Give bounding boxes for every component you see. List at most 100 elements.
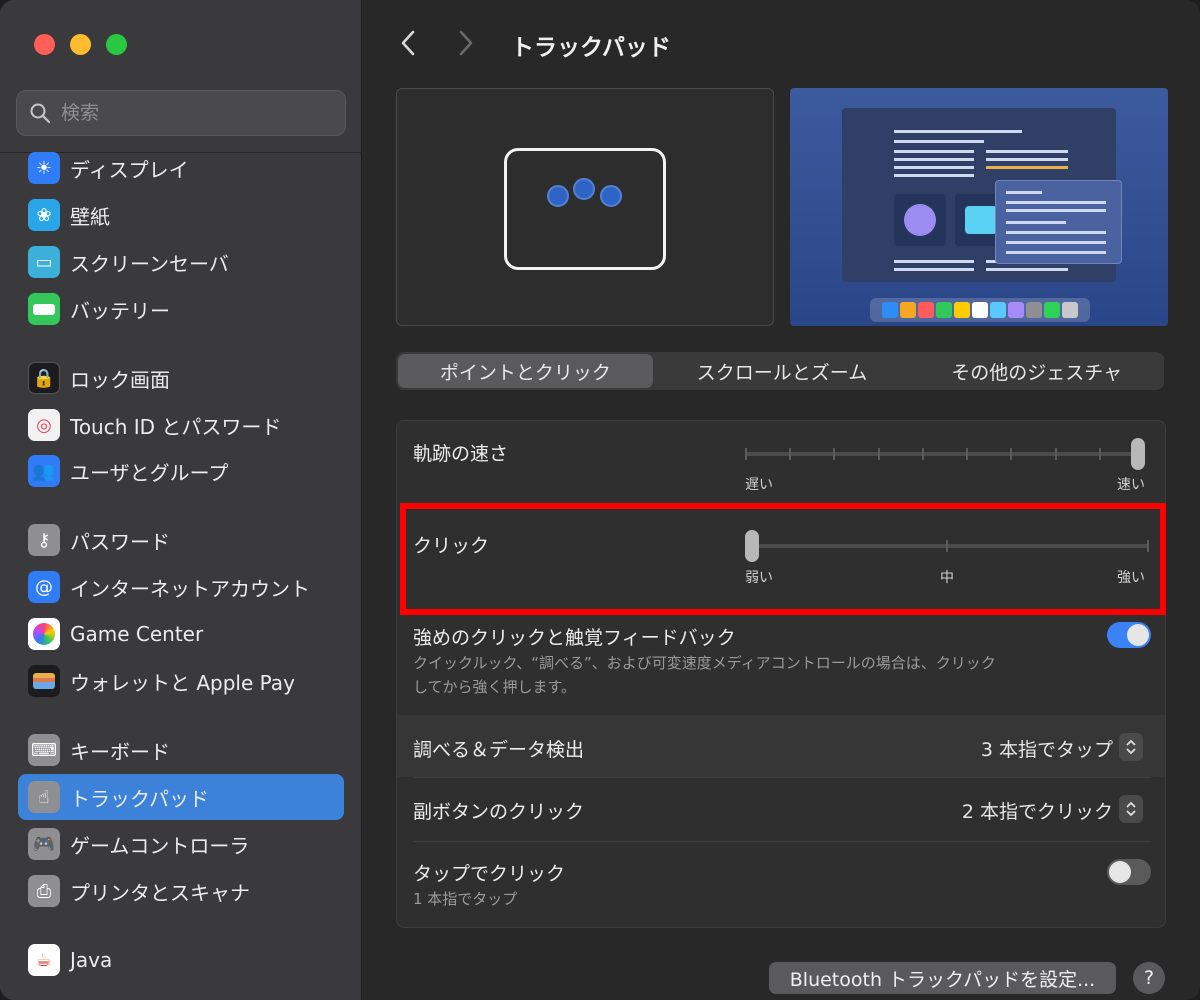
force-click-label: 強めのクリックと触覚フィードバック: [413, 627, 736, 649]
traffic-lights: [34, 34, 127, 55]
key-icon: ⚷: [28, 524, 60, 556]
force-click-toggle[interactable]: [1107, 622, 1151, 648]
bluetooth-setup-button[interactable]: Bluetooth トラックパッドを設定...: [769, 962, 1116, 994]
sidebar-item-game-center[interactable]: Game Center: [18, 611, 344, 657]
slider-tick: [1098, 448, 1101, 460]
sidebar-item-label: ロック画面: [70, 367, 170, 392]
slider-tick: [1054, 448, 1057, 460]
lookup-stepper[interactable]: [1119, 733, 1143, 761]
page-title: トラックパッド: [511, 35, 671, 61]
secondary-click-stepper[interactable]: [1119, 795, 1143, 823]
sidebar-item-label: バッテリー: [70, 298, 170, 323]
slider-tick: [745, 448, 747, 460]
tap-to-click-toggle[interactable]: [1107, 859, 1151, 885]
tab-point-and-click[interactable]: ポイントとクリック: [398, 354, 653, 388]
slider-tick: [833, 448, 836, 460]
tab-more-gestures[interactable]: その他のジェスチャ: [909, 352, 1164, 390]
main-pane: トラックパッド ポイントとクリック スクロールとズーム その他のジェスチャ 軌跡…: [363, 0, 1200, 1000]
lookup-popup[interactable]: 3 本指でタップ: [981, 735, 1113, 762]
gesture-preview: [396, 88, 774, 326]
wallet-icon: [28, 665, 60, 697]
dock-illustration: [870, 298, 1090, 322]
sidebar-item-wallet[interactable]: ウォレットと Apple Pay: [18, 658, 344, 704]
force-click-description-line: してから強く押します。: [413, 678, 577, 696]
lookup-popup-illustration: [995, 180, 1122, 264]
sidebar-item-label: ウォレットと Apple Pay: [70, 670, 295, 695]
sidebar-item-label: Touch ID とパスワード: [70, 414, 282, 439]
sidebar-item-game-controllers[interactable]: 🎮 ゲームコントローラ: [18, 821, 344, 867]
sidebar-item-label: パスワード: [70, 529, 170, 554]
at-icon: @: [28, 571, 60, 603]
lookup-label: 調べる＆データ検出: [413, 739, 585, 761]
sidebar-item-touch-id[interactable]: ◎ Touch ID とパスワード: [18, 402, 344, 448]
sidebar-item-screensaver[interactable]: ▭ スクリーンセーバ: [18, 239, 344, 285]
force-click-description-line: クイックルック、“調べる”、および可変速度メディアコントロールの場合は、クリック: [413, 654, 996, 672]
finger-dot-icon: [573, 178, 595, 200]
lock-icon: 🔒: [28, 362, 60, 394]
slider-tick: [789, 448, 792, 460]
search-input[interactable]: [61, 102, 321, 124]
slider-tick: [1010, 448, 1013, 460]
sidebar-item-label: 壁紙: [70, 204, 110, 229]
tracking-speed-label: 軌跡の速さ: [413, 443, 509, 465]
screensaver-icon: ▭: [28, 246, 60, 278]
tracking-speed-slider[interactable]: [745, 435, 1145, 475]
sidebar-item-internet-accounts[interactable]: @ インターネットアカウント: [18, 564, 344, 610]
sidebar-item-printers[interactable]: ⎙ プリンタとスキャナ: [18, 868, 344, 914]
sidebar-item-battery[interactable]: バッテリー: [18, 286, 344, 332]
tab-scroll-and-zoom[interactable]: スクロールとズーム: [655, 352, 910, 390]
search-field[interactable]: [16, 90, 346, 136]
sidebar-item-label: トラックパッド: [70, 786, 209, 811]
sidebar-item-keyboard[interactable]: ⌨ キーボード: [18, 727, 344, 773]
chevron-right-icon: [459, 30, 473, 56]
help-button[interactable]: ?: [1133, 962, 1165, 994]
sidebar-item-passwords[interactable]: ⚷ パスワード: [18, 517, 344, 563]
tracking-max-label: 速い: [1117, 477, 1145, 493]
secondary-click-label: 副ボタンのクリック: [413, 801, 585, 823]
tab-bar: ポイントとクリック スクロールとズーム その他のジェスチャ: [396, 352, 1164, 390]
sidebar-item-trackpad[interactable]: ☝ トラックパッド: [18, 774, 344, 820]
chevron-left-icon: [401, 30, 415, 56]
java-icon: ☕: [28, 944, 60, 976]
slider-tick: [921, 448, 924, 460]
finger-dot-icon: [600, 185, 622, 207]
forward-button[interactable]: [451, 26, 481, 60]
sidebar-item-lock-screen[interactable]: 🔒 ロック画面: [18, 355, 344, 401]
back-button[interactable]: [393, 26, 423, 60]
zoom-button[interactable]: [106, 34, 127, 55]
up-down-chevron-icon: [1126, 739, 1136, 755]
users-icon: 👥: [28, 455, 60, 487]
display-icon: ☀: [28, 152, 60, 184]
printer-icon: ⎙: [28, 875, 60, 907]
video-preview: [790, 88, 1168, 326]
battery-icon: [28, 293, 60, 325]
finger-dot-icon: [547, 185, 569, 207]
toolbar: トラックパッド: [363, 0, 1200, 88]
wallpaper-icon: ❀: [28, 199, 60, 231]
up-down-chevron-icon: [1126, 801, 1136, 817]
tap-to-click-sub: 1 本指でタップ: [413, 890, 518, 908]
force-click-description: クイックルック、“調べる”、および可変速度メディアコントロールの場合は、クリック…: [413, 651, 996, 699]
sidebar-item-label: Game Center: [70, 622, 204, 646]
keyboard-icon: ⌨: [28, 734, 60, 766]
secondary-click-popup[interactable]: 2 本指でクリック: [962, 797, 1113, 824]
settings-group: 軌跡の速さ 遅い 速い クリック 弱い 中 強い 強めのクリックと触覚フィードバ…: [396, 420, 1166, 928]
slider-thumb[interactable]: [1131, 438, 1145, 470]
sidebar-item-java[interactable]: ☕ Java: [18, 937, 344, 983]
sidebar-item-label: ゲームコントローラ: [70, 833, 250, 858]
slider-tick: [877, 448, 880, 460]
close-button[interactable]: [34, 34, 55, 55]
trackpad-icon: ☝: [28, 781, 60, 813]
sidebar-item-display[interactable]: ☀ ディスプレイ: [18, 145, 344, 191]
sidebar-item-wallpaper[interactable]: ❀ 壁紙: [18, 192, 344, 238]
search-icon: [30, 103, 51, 124]
sidebar-item-label: Java: [70, 948, 113, 972]
settings-window: ☀ ディスプレイ ❀ 壁紙 ▭ スクリーンセーバ バッテリー 🔒 ロック画面: [0, 0, 1200, 1000]
sidebar-item-label: キーボード: [70, 739, 170, 764]
minimize-button[interactable]: [70, 34, 91, 55]
game-center-icon: [28, 618, 60, 650]
sidebar-item-label: インターネットアカウント: [70, 576, 310, 601]
highlight-box: [400, 503, 1166, 615]
trackpad-illustration: [504, 148, 666, 270]
sidebar-item-users[interactable]: 👥 ユーザとグループ: [18, 448, 344, 494]
